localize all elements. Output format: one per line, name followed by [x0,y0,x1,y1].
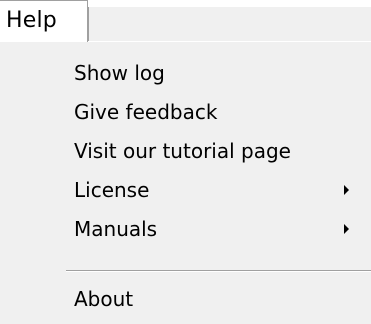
menu-item-label: Give feedback [74,100,218,124]
menu-item-label: Visit our tutorial page [74,139,291,163]
menu-item-give-feedback[interactable]: Give feedback [0,93,371,131]
triangle-right-icon [344,224,349,234]
help-menu-screen: Help Show log Give feedback Visit our tu… [0,0,371,324]
menu-item-visit-tutorial-page[interactable]: Visit our tutorial page [0,132,371,170]
menu-item-label: License [74,178,150,202]
triangle-right-icon [344,185,349,195]
menu-help[interactable]: Help [0,0,88,42]
menu-item-license[interactable]: License [0,171,371,209]
menu-item-manuals[interactable]: Manuals [0,210,371,248]
menu-item-label: About [74,287,134,311]
menu-item-label: Manuals [74,217,158,241]
menu-item-about[interactable]: About [0,280,371,318]
help-dropdown-menu: Show log Give feedback Visit our tutoria… [0,42,371,324]
menu-item-label: Show log [74,61,165,85]
menu-bar: Help [0,0,371,42]
menu-item-show-log[interactable]: Show log [0,54,371,92]
menu-separator [66,270,371,272]
menu-bar-strip [88,7,371,41]
